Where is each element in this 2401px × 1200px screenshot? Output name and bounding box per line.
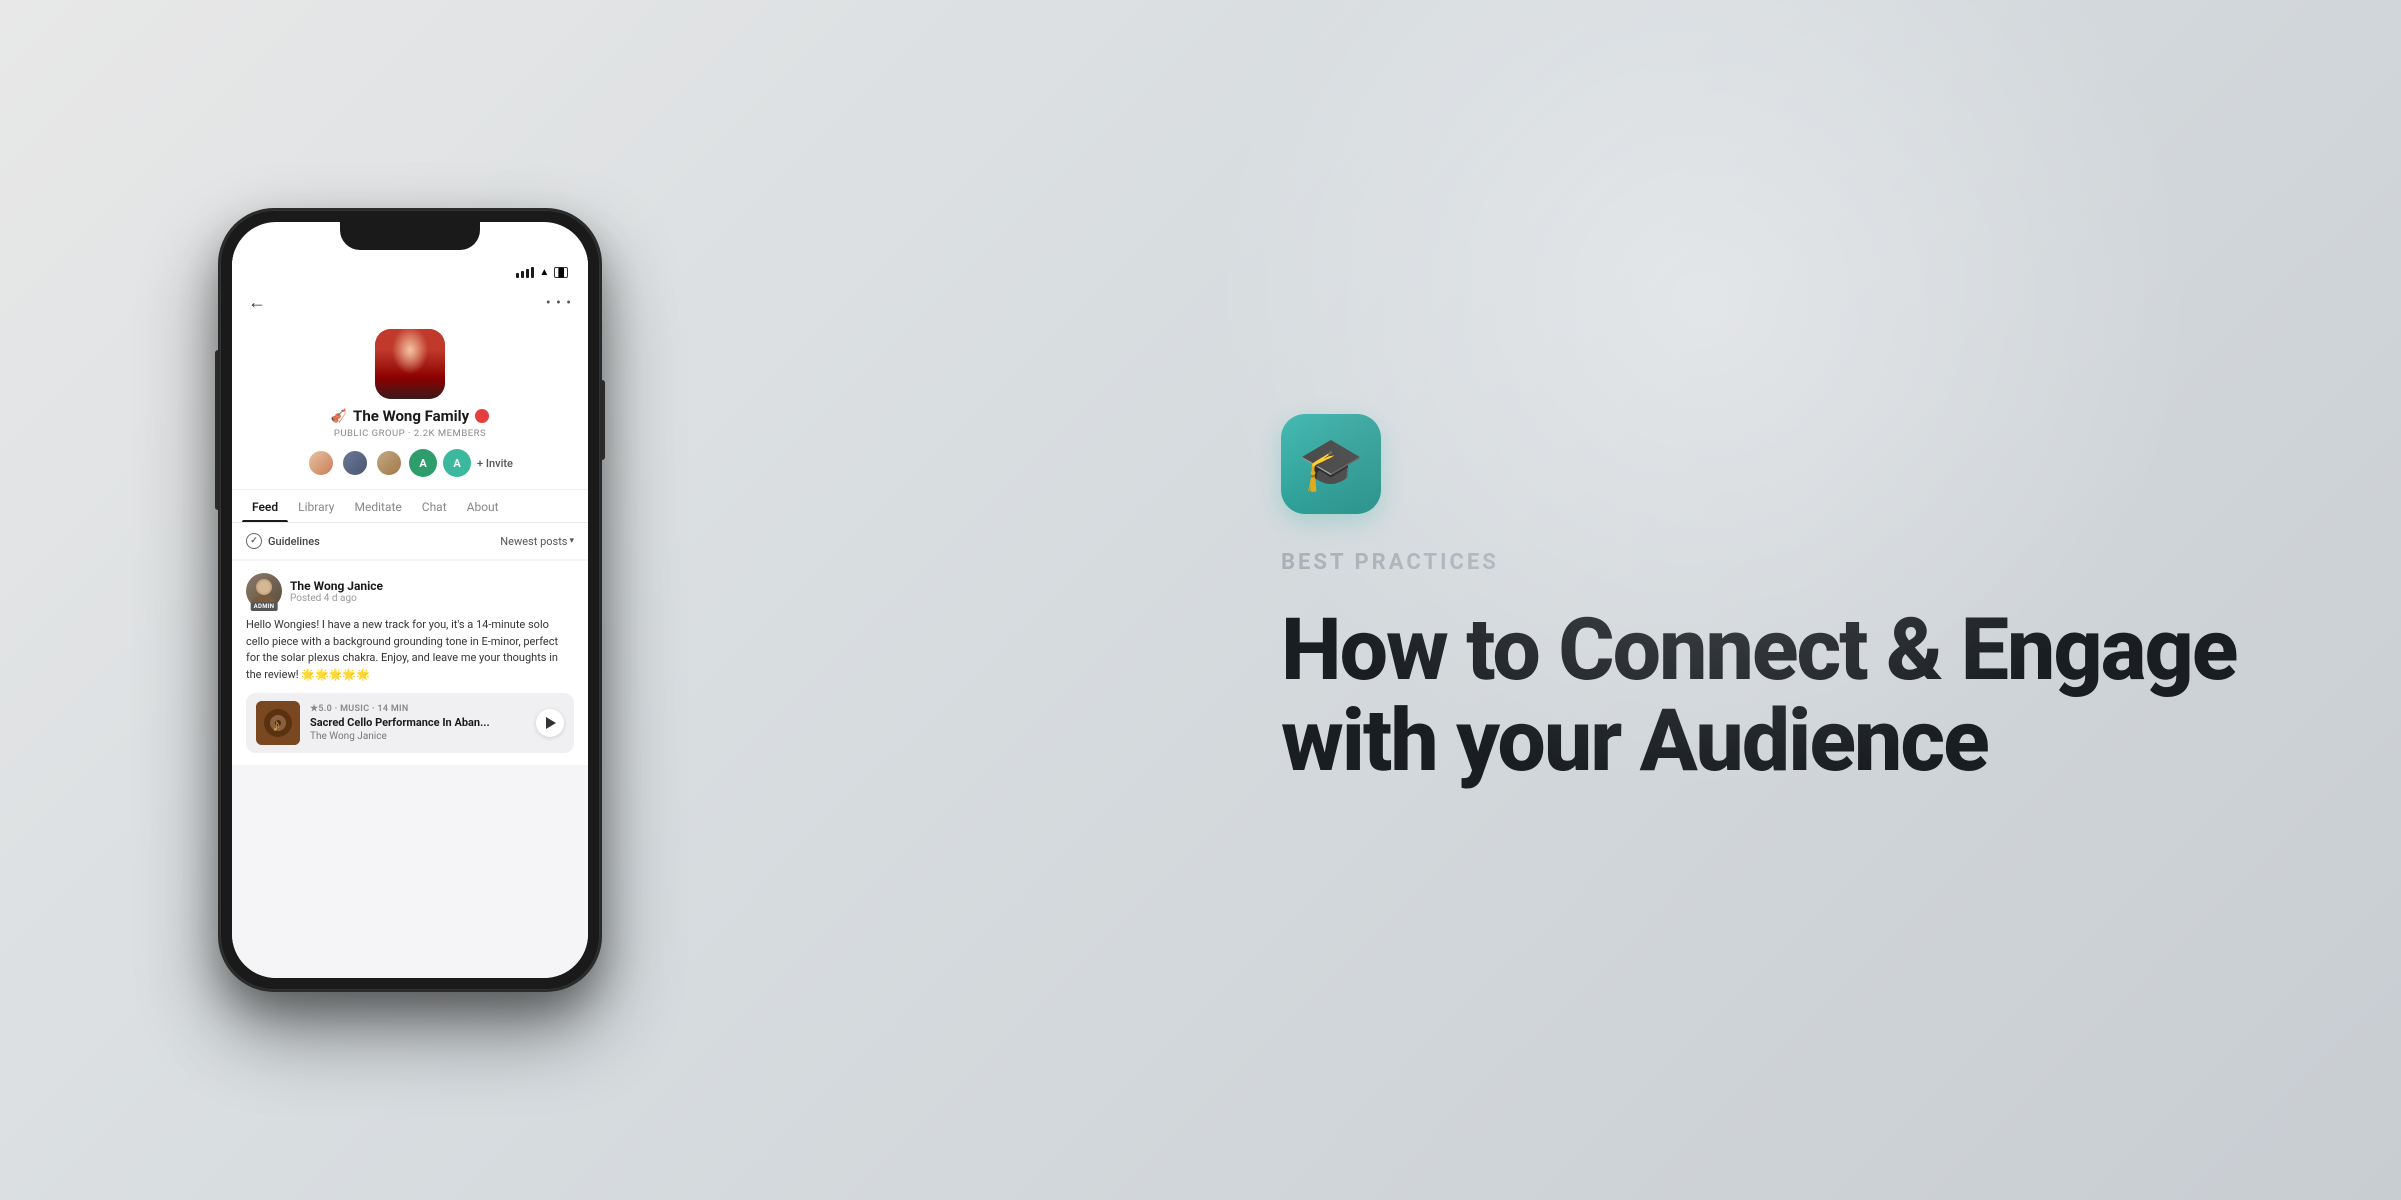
- signal-icon: [516, 267, 534, 278]
- music-info: ★5.0 · MUSIC · 14 MIN Sacred Cello Perfo…: [310, 704, 526, 742]
- post-avatar-wrap: ADMIN: [246, 573, 282, 609]
- tab-navigation: Feed Library Meditate Chat About: [232, 490, 588, 523]
- tab-about[interactable]: About: [457, 490, 509, 522]
- member-avatars-row: A A + Invite: [307, 449, 513, 477]
- battery-icon: █: [554, 267, 568, 278]
- more-menu-button[interactable]: • • •: [546, 295, 572, 311]
- status-bar: ▲ █: [232, 250, 588, 286]
- music-duration: 14 MIN: [377, 704, 408, 714]
- sort-chevron-icon: ▾: [569, 536, 574, 546]
- music-rating: ★5.0: [310, 704, 332, 714]
- group-name-emoji: 🎻: [331, 409, 347, 424]
- invite-button[interactable]: + Invite: [477, 457, 513, 470]
- phone-section: ▲ █ ← • • • 🎻 The Wong Family: [0, 0, 700, 1200]
- post-time: Posted 4 d ago: [290, 593, 574, 604]
- post-author-info: The Wong Janice Posted 4 d ago: [290, 579, 574, 604]
- music-card[interactable]: ♪ ★5.0 · MUSIC · 14 MIN Sacred Cello Per…: [246, 693, 574, 753]
- member-avatar-4: A: [409, 449, 437, 477]
- music-thumbnail-svg: ♪: [256, 701, 300, 745]
- play-icon: [546, 717, 556, 729]
- phone-device: ▲ █ ← • • • 🎻 The Wong Family: [220, 210, 600, 990]
- status-icons: ▲ █: [516, 267, 568, 278]
- member-avatar-5: A: [443, 449, 471, 477]
- phone-screen: ▲ █ ← • • • 🎻 The Wong Family: [232, 222, 588, 978]
- admin-badge: ADMIN: [251, 602, 278, 611]
- best-practices-label: BEST PRACTICES: [1281, 550, 2281, 575]
- music-thumbnail: ♪: [256, 701, 300, 745]
- svg-text:♪: ♪: [272, 715, 281, 736]
- guidelines-left: ✓ Guidelines: [246, 533, 320, 549]
- back-button[interactable]: ←: [248, 292, 266, 313]
- group-profile: 🎻 The Wong Family PUBLIC GROUP · 2.2K ME…: [232, 323, 588, 490]
- screen-content: ▲ █ ← • • • 🎻 The Wong Family: [232, 250, 588, 978]
- member-avatar-2: [341, 449, 369, 477]
- member-avatar-3: [375, 449, 403, 477]
- group-badge-circle: [475, 409, 489, 423]
- music-meta: ★5.0 · MUSIC · 14 MIN: [310, 704, 526, 714]
- post-card: ADMIN The Wong Janice Posted 4 d ago Hel…: [232, 561, 588, 765]
- tab-feed[interactable]: Feed: [242, 490, 288, 522]
- sort-button[interactable]: Newest posts ▾: [500, 535, 574, 548]
- headline-line1: How to Connect & Engage: [1281, 599, 2236, 700]
- right-section: 🎓 BEST PRACTICES How to Connect & Engage…: [1201, 414, 2401, 786]
- tab-chat[interactable]: Chat: [412, 490, 457, 522]
- music-title: Sacred Cello Performance In Aban...: [310, 716, 526, 729]
- guidelines-bar: ✓ Guidelines Newest posts ▾: [232, 523, 588, 559]
- post-author-name: The Wong Janice: [290, 579, 574, 593]
- post-author-row: ADMIN The Wong Janice Posted 4 d ago: [246, 573, 574, 609]
- tab-library[interactable]: Library: [288, 490, 344, 522]
- main-headline: How to Connect & Engage with your Audien…: [1281, 605, 2281, 786]
- app-icon: 🎓: [1281, 414, 1381, 514]
- group-name-row: 🎻 The Wong Family: [331, 407, 489, 425]
- play-button[interactable]: [536, 709, 564, 737]
- music-artist: The Wong Janice: [310, 731, 526, 742]
- tab-meditate[interactable]: Meditate: [344, 490, 411, 522]
- group-avatar-image: [375, 329, 445, 399]
- member-avatar-1: [307, 449, 335, 477]
- sort-label: Newest posts: [500, 535, 567, 548]
- phone-notch: [340, 222, 480, 250]
- graduation-cap-icon: 🎓: [1299, 434, 1364, 495]
- guidelines-icon: ✓: [246, 533, 262, 549]
- group-meta: PUBLIC GROUP · 2.2K MEMBERS: [334, 428, 486, 439]
- headline-line2: with your Audience: [1281, 690, 1988, 791]
- music-category: MUSIC: [340, 704, 369, 714]
- wifi-icon: ▲: [539, 267, 549, 278]
- feed-content: ✓ Guidelines Newest posts ▾: [232, 523, 588, 767]
- post-text: Hello Wongies! I have a new track for yo…: [246, 617, 574, 683]
- guidelines-label: Guidelines: [268, 535, 320, 548]
- app-header: ← • • •: [232, 286, 588, 323]
- group-avatar: [375, 329, 445, 399]
- group-name: The Wong Family: [353, 407, 469, 425]
